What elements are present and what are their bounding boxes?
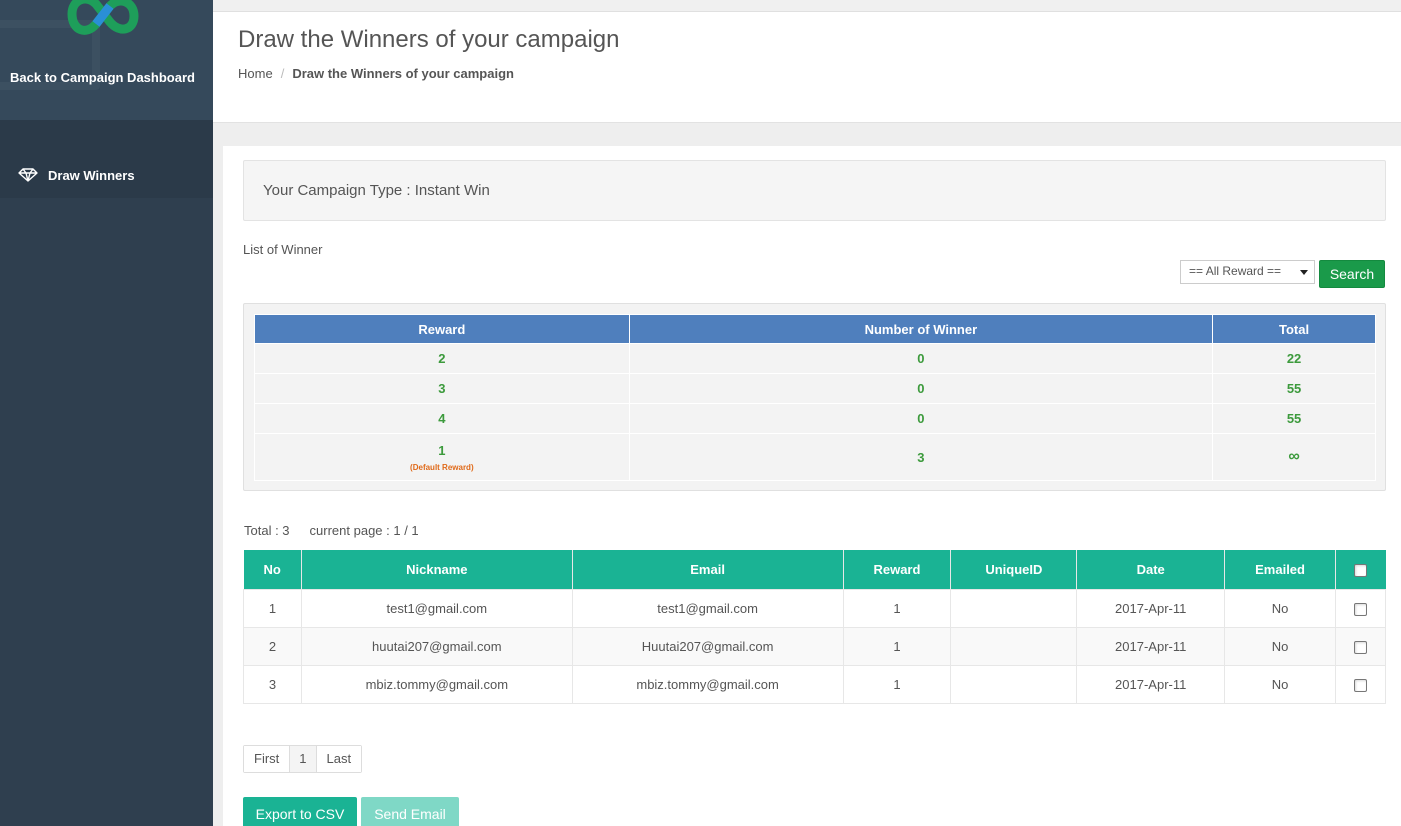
total-cell: ∞ — [1212, 433, 1376, 481]
campaign-type-box: Your Campaign Type : Instant Win — [243, 160, 1386, 221]
back-to-dashboard-link[interactable]: Back to Campaign Dashboard — [0, 69, 205, 87]
reward-summary-box: Reward Number of Winner Total 2 0 22 3 0… — [243, 303, 1386, 491]
date-cell: 2017-Apr-11 — [1076, 626, 1226, 666]
total-cell: 55 — [1212, 373, 1376, 404]
email-cell: test1@gmail.com — [571, 588, 844, 628]
infinity-logo-icon[interactable] — [66, 0, 140, 46]
table-row: 1 (Default Reward) 3 ∞ — [254, 433, 1376, 481]
winners-cell: 0 — [628, 343, 1214, 374]
reward-cell: 1 — [842, 626, 952, 666]
reward-cell: 2 — [254, 343, 630, 374]
send-email-button[interactable]: Send Email — [361, 797, 459, 826]
pagination-first[interactable]: First — [244, 746, 291, 772]
nickname-cell: huutai207@gmail.com — [300, 626, 573, 666]
unique-id-cell — [950, 664, 1078, 704]
emailed-cell: No — [1224, 588, 1336, 628]
table-row: 2 0 22 — [254, 343, 1376, 374]
emailed-cell: No — [1224, 664, 1336, 704]
winner-list-title: List of Winner — [243, 242, 323, 257]
breadcrumb-current: Draw the Winners of your campaign — [292, 66, 514, 81]
email-cell: Huutai207@gmail.com — [571, 626, 844, 666]
breadcrumb-home[interactable]: Home — [238, 66, 273, 81]
breadcrumb-separator: / — [280, 66, 285, 81]
column-header: Reward — [254, 314, 630, 344]
export-csv-button[interactable]: Export to CSV — [243, 797, 357, 826]
top-bar — [213, 0, 1401, 12]
reward-cell: 1 — [842, 588, 952, 628]
pagination-last[interactable]: Last — [316, 746, 362, 772]
total-summary: Total : 3 current page : 1 / 1 — [244, 523, 419, 538]
select-cell — [1335, 588, 1386, 628]
date-cell: 2017-Apr-11 — [1076, 588, 1226, 628]
table-row: 1 test1@gmail.com test1@gmail.com 1 2017… — [243, 588, 1386, 628]
current-page: current page : 1 / 1 — [309, 523, 419, 538]
diamond-icon — [18, 168, 38, 182]
table-row: 3 0 55 — [254, 373, 1376, 404]
column-header: Email — [572, 550, 844, 589]
select-cell — [1335, 626, 1386, 666]
sidebar-item-label: Draw Winners — [48, 167, 135, 183]
pagination: First 1 Last — [243, 745, 363, 773]
total-count: Total : 3 — [244, 523, 290, 538]
reward-cell: 1 (Default Reward) — [254, 433, 630, 481]
main-panel: Your Campaign Type : Instant Win List of… — [223, 146, 1401, 826]
reward-cell: 3 — [254, 373, 630, 404]
row-checkbox[interactable] — [1354, 640, 1367, 654]
sidebar-item-draw-winners[interactable]: Draw Winners — [0, 155, 213, 195]
nickname-cell: test1@gmail.com — [300, 588, 573, 628]
reward-table: Reward Number of Winner Total 2 0 22 3 0… — [254, 314, 1376, 481]
email-cell: mbiz.tommy@gmail.com — [571, 664, 844, 704]
breadcrumb: Home / Draw the Winners of your campaign — [238, 66, 514, 81]
column-header: No — [243, 550, 302, 589]
no-cell: 2 — [243, 626, 302, 666]
sidebar: Back to Campaign Dashboard Draw Winners — [0, 0, 213, 826]
search-button[interactable]: Search — [1319, 260, 1385, 288]
date-cell: 2017-Apr-11 — [1076, 664, 1226, 704]
no-cell: 1 — [243, 588, 302, 628]
unique-id-cell — [950, 588, 1078, 628]
nickname-cell: mbiz.tommy@gmail.com — [300, 664, 573, 704]
table-row: 2 huutai207@gmail.com Huutai207@gmail.co… — [243, 626, 1386, 666]
sidebar-header: Back to Campaign Dashboard — [0, 0, 213, 120]
page-title: Draw the Winners of your campaign — [238, 26, 620, 53]
pagination-current-page[interactable]: 1 — [290, 746, 317, 772]
winners-cell: 0 — [628, 403, 1214, 434]
total-cell: 55 — [1212, 403, 1376, 434]
winners-table: No Nickname Email Reward UniqueID Date E… — [243, 550, 1386, 704]
column-header: UniqueID — [950, 550, 1078, 589]
column-header: Emailed — [1224, 550, 1336, 589]
unique-id-cell — [950, 626, 1078, 666]
reward-value: 1 — [438, 442, 446, 458]
default-reward-note: (Default Reward) — [410, 462, 474, 472]
column-header: Nickname — [301, 550, 573, 589]
no-cell: 3 — [243, 664, 302, 704]
reward-cell: 1 — [842, 664, 952, 704]
caret-down-icon — [1300, 270, 1308, 275]
winners-cell: 3 — [628, 433, 1214, 481]
column-header: Total — [1212, 314, 1376, 344]
column-header: Date — [1076, 550, 1226, 589]
table-row: 3 mbiz.tommy@gmail.com mbiz.tommy@gmail.… — [243, 664, 1386, 704]
reward-cell: 4 — [254, 403, 630, 434]
winners-cell: 0 — [628, 373, 1214, 404]
row-checkbox[interactable] — [1354, 602, 1367, 616]
column-header: Number of Winner — [628, 314, 1214, 344]
emailed-cell: No — [1224, 626, 1336, 666]
reward-filter-value: == All Reward == — [1189, 264, 1282, 278]
select-all-header — [1335, 550, 1386, 589]
table-row: 4 0 55 — [254, 403, 1376, 434]
select-all-checkbox[interactable] — [1354, 563, 1368, 577]
page-header: Draw the Winners of your campaign Home / D… — [213, 12, 1401, 123]
column-header: Reward — [843, 550, 952, 589]
reward-filter-select[interactable]: == All Reward == — [1180, 260, 1315, 284]
select-cell — [1335, 664, 1386, 704]
total-cell: 22 — [1212, 343, 1376, 374]
row-checkbox[interactable] — [1354, 678, 1367, 692]
